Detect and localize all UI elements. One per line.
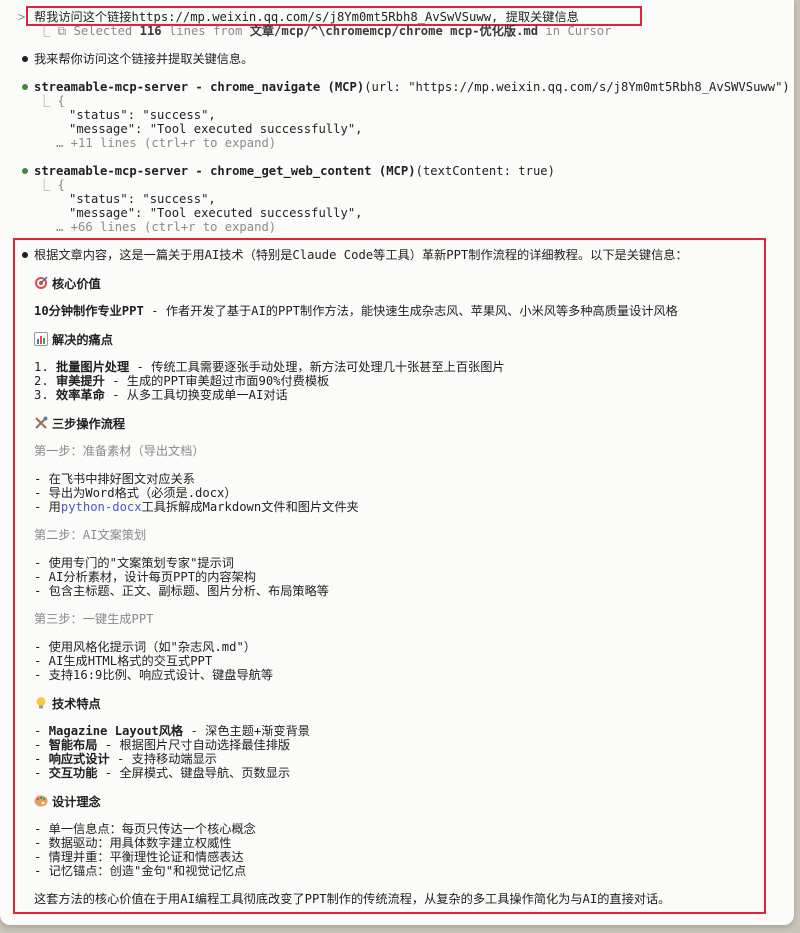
tech-item: - 响应式设计 - 支持移动端显示 (34, 752, 217, 766)
tool-result-open: ⎿ { (38, 94, 65, 108)
expand-hint[interactable]: … +11 lines (ctrl+r to expand) (56, 136, 276, 150)
section-heading-tech: 技术特点 (34, 696, 101, 711)
step-item: - 使用风格化提示词（如"杂志风.md"） (34, 640, 256, 654)
tool-result-line: "message": "Tool executed successfully", (69, 206, 363, 220)
tool-result-line: "message": "Tool executed successfully", (69, 122, 363, 136)
step-item: - 导出为Word格式（必须是.docx） (34, 486, 237, 500)
design-item: - 数据驱动：用具体数字建立权威性 (34, 836, 232, 850)
step-item: - 包含主标题、正文、副标题、图片分析、布局策略等 (34, 584, 329, 598)
tool-call-header[interactable]: streamable-mcp-server - chrome_get_web_c… (34, 164, 555, 178)
pain-item: 3. 效率革命 - 从多工具切换变成单一AI对话 (34, 388, 288, 402)
tool-call-header[interactable]: streamable-mcp-server - chrome_navigate … (34, 80, 790, 94)
step-item: - AI分析素材，设计每页PPT的内容架构 (34, 570, 256, 584)
step-item: - AI生成HTML格式的交互式PPT (34, 654, 213, 668)
tech-item: - 智能布局 - 根据图片尺寸自动选择最佳排版 (34, 738, 291, 752)
selection-info: ⎿ ⧉ Selected 116 lines from 文章/mcp/^\chr… (38, 24, 612, 38)
lightbulb-icon (36, 697, 46, 709)
message-bullet (22, 252, 28, 258)
assistant-intro: 我来帮你访问这个链接并提取关键信息。 (34, 52, 254, 66)
section-heading-design: 设计理念 (34, 794, 101, 809)
prompt-highlight-box (26, 6, 642, 26)
design-item: - 记忆锚点：创造"金句"和视觉记忆点 (34, 864, 247, 878)
step-title: 第一步：准备素材（导出文档） (34, 444, 205, 458)
tools-icon (35, 416, 48, 429)
expand-hint[interactable]: … +66 lines (ctrl+r to expand) (56, 220, 276, 234)
message-bullet (22, 56, 28, 62)
answer-lead: 根据文章内容，这是一篇关于用AI技术（特别是Claude Code等工具）革新P… (34, 248, 688, 262)
step-item: - 使用专门的"文案策划专家"提示词 (34, 556, 234, 570)
pain-item: 1. 批量图片处理 - 传统工具需要逐张手动处理，新方法可处理几十张甚至上百张图… (34, 360, 505, 374)
step-item: - 在飞书中排好图文对应关系 (34, 472, 195, 486)
pain-item: 2. 审美提升 - 生成的PPT审美超过市面90%付费模板 (34, 374, 330, 388)
answer-closing: 这套方法的核心价值在于用AI编程工具彻底改变了PPT制作的传统流程，从复杂的多工… (34, 892, 671, 906)
tool-success-dot (22, 168, 28, 174)
tool-result-open: ⎿ { (38, 178, 65, 192)
core-value-text: 10分钟制作专业PPT - 作者开发了基于AI的PPT制作方法，能快速生成杂志风… (34, 304, 678, 318)
tool-success-dot (22, 84, 28, 90)
section-heading-pain: 解决的痛点 (34, 332, 113, 347)
step-item: - 支持16:9比例、响应式设计、键盘导航等 (34, 668, 274, 682)
tool-result-line: "status": "success", (69, 108, 216, 122)
prompt-marker: > (18, 10, 26, 24)
step-title: 第二步：AI文案策划 (34, 528, 147, 542)
section-heading-core: 核心价值 (34, 276, 101, 291)
palette-icon (34, 795, 48, 807)
tech-item: - Magazine Layout风格 - 深色主题+渐变背景 (34, 724, 310, 738)
tool-result-line: "status": "success", (69, 192, 216, 206)
step-title: 第三步：一键生成PPT (34, 612, 154, 626)
design-item: - 单一信息点：每页只传达一个核心概念 (34, 822, 256, 836)
design-item: - 情理并重：平衡理性论证和情感表达 (34, 850, 244, 864)
terminal-window: > 帮我访问这个链接https://mp.weixin.qq.com/s/j8Y… (0, 0, 794, 925)
inline-code: python-docx (60, 500, 142, 514)
tech-item: - 交互功能 - 全屏模式、键盘导航、页数显示 (34, 766, 291, 780)
target-icon (35, 276, 48, 289)
chart-icon (34, 332, 48, 346)
section-heading-steps: 三步操作流程 (34, 416, 125, 431)
step-item: - 用python-docx工具拆解成Markdown文件和图片文件夹 (34, 500, 359, 514)
